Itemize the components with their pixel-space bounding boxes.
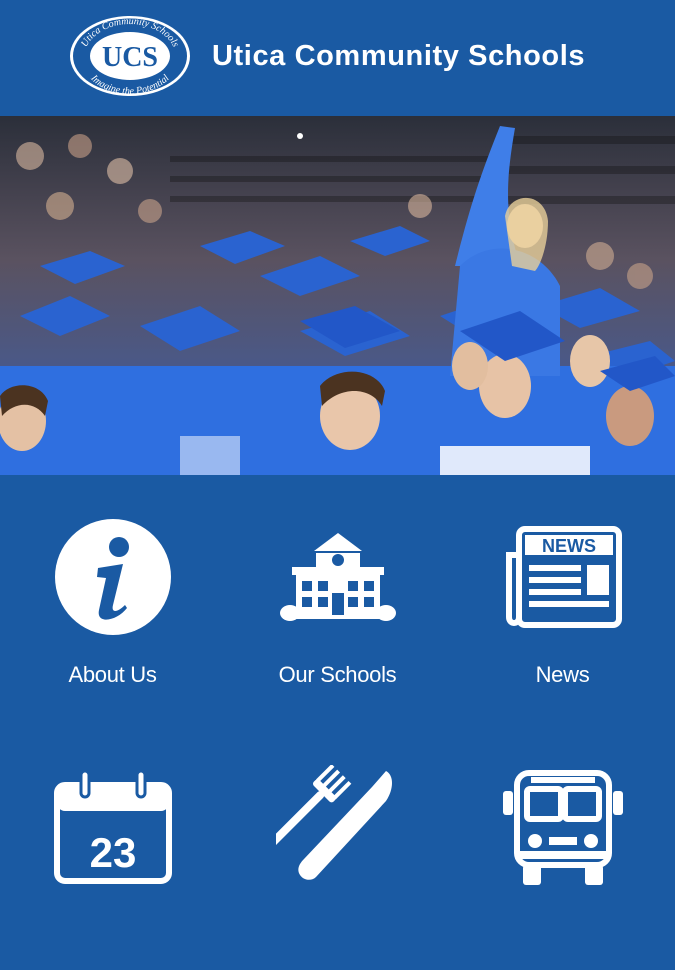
menu-item-calendar[interactable]: 23 (0, 730, 225, 970)
menu-item-our-schools[interactable]: Our Schools (225, 475, 450, 715)
info-icon (51, 515, 175, 639)
menu-label-our-schools: Our Schools (278, 662, 397, 687)
menu-item-food[interactable] (225, 730, 450, 970)
menu-label-about-us: About Us (68, 662, 157, 687)
svg-text:NEWS: NEWS (542, 536, 596, 556)
menu-label-news: News (535, 662, 590, 687)
bus-icon (501, 765, 625, 889)
menu-item-news[interactable]: NEWS News (450, 475, 675, 715)
menu-grid: About Us Our Schools NEWS News 23 (0, 475, 675, 900)
app-header: Utica Community Schools Imagine the Pote… (0, 0, 675, 116)
fork-knife-icon (243, 763, 400, 889)
menu-item-about-us[interactable]: About Us (0, 475, 225, 715)
ucs-logo[interactable]: Utica Community Schools Imagine the Pote… (68, 14, 192, 98)
hero-image (0, 116, 675, 475)
newspaper-icon: NEWS (501, 515, 625, 639)
svg-text:23: 23 (89, 829, 136, 876)
school-icon (276, 515, 400, 639)
app-title: Utica Community Schools (212, 40, 586, 72)
menu-item-bus[interactable] (450, 730, 675, 970)
calendar-icon: 23 (51, 765, 175, 889)
logo-monogram: UCS (102, 42, 158, 73)
